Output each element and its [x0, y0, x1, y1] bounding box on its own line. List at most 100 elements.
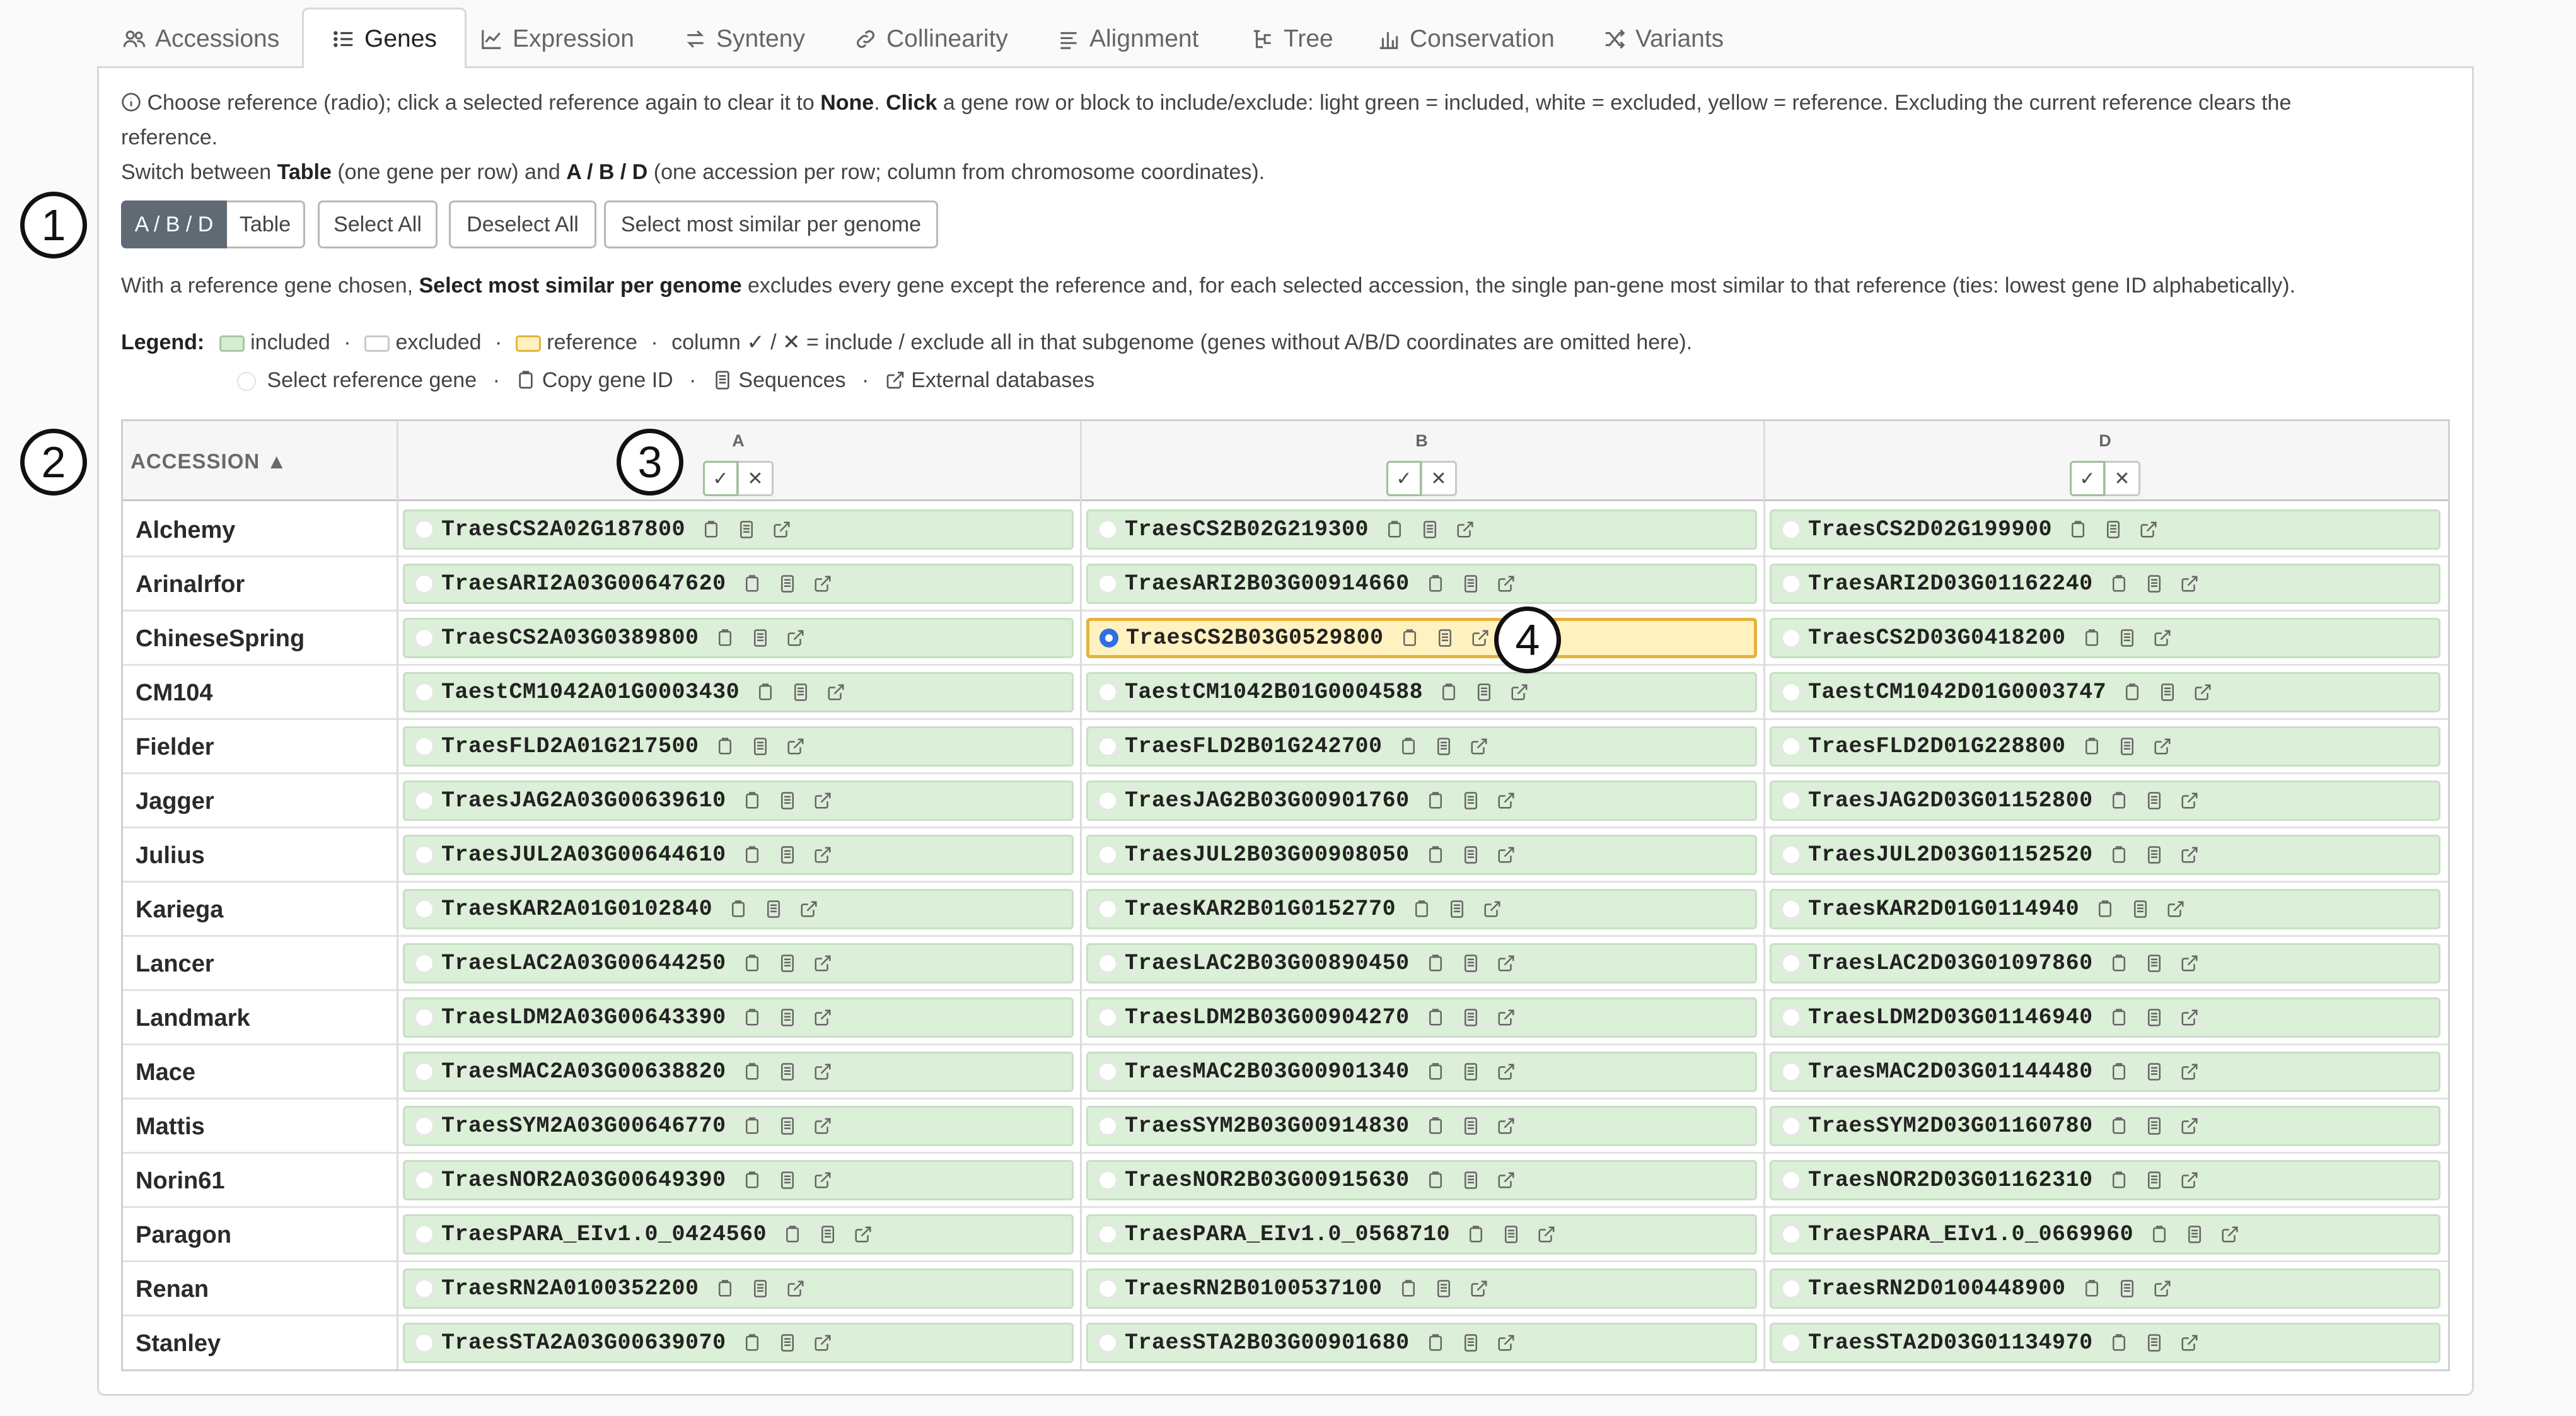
tab-genes[interactable]: Genes — [302, 8, 467, 70]
external-link-icon[interactable] — [2180, 791, 2199, 810]
gene-block[interactable]: TraesCS2A02G187800 — [403, 509, 1074, 550]
external-link-icon[interactable] — [854, 1225, 873, 1244]
external-link-icon[interactable] — [1497, 845, 1516, 864]
external-link-icon[interactable] — [813, 791, 832, 810]
gene-block[interactable]: TraesLAC2A03G00644250 — [403, 943, 1074, 984]
reference-radio[interactable] — [1098, 520, 1117, 539]
file-text-icon[interactable] — [2131, 900, 2150, 919]
file-text-icon[interactable] — [2145, 845, 2164, 864]
include-all-button[interactable]: ✓ — [1386, 461, 1422, 496]
clipboard-icon[interactable] — [1426, 954, 1445, 973]
external-link-icon[interactable] — [2139, 520, 2158, 539]
gene-block[interactable]: TraesKAR2D01G0114940 — [1770, 889, 2440, 929]
external-link-icon[interactable] — [2180, 845, 2199, 864]
file-text-icon[interactable] — [2118, 1279, 2137, 1298]
file-text-icon[interactable] — [1502, 1225, 1521, 1244]
file-text-icon[interactable] — [737, 520, 756, 539]
reference-radio[interactable] — [415, 791, 434, 810]
include-all-button[interactable]: ✓ — [703, 461, 738, 496]
gene-block[interactable]: TraesCS2B02G219300 — [1086, 509, 1757, 550]
clipboard-icon[interactable] — [1399, 737, 1418, 756]
accession-column-header[interactable]: ACCESSION ▲ — [123, 421, 397, 501]
reference-radio[interactable] — [1782, 1225, 1801, 1244]
reference-radio[interactable] — [415, 954, 434, 973]
file-text-icon[interactable] — [778, 574, 797, 593]
reference-radio[interactable] — [1782, 629, 1801, 647]
gene-block[interactable]: TraesCS2B03G0529800 — [1086, 618, 1757, 658]
exclude-all-button[interactable]: ✕ — [2105, 461, 2140, 496]
reference-radio[interactable] — [415, 1008, 434, 1027]
reference-radio[interactable] — [1098, 737, 1117, 756]
gene-block[interactable]: TraesJUL2D03G01152520 — [1770, 835, 2440, 875]
external-link-icon[interactable] — [2180, 1062, 2199, 1081]
clipboard-icon[interactable] — [783, 1225, 802, 1244]
reference-radio[interactable] — [1782, 1008, 1801, 1027]
reference-radio[interactable] — [415, 845, 434, 864]
external-link-icon[interactable] — [1537, 1225, 1556, 1244]
file-text-icon[interactable] — [778, 845, 797, 864]
clipboard-icon[interactable] — [2082, 1279, 2101, 1298]
file-text-icon[interactable] — [1461, 574, 1480, 593]
gene-block[interactable]: TaestCM1042A01G0003430 — [403, 672, 1074, 712]
gene-block[interactable]: TraesRN2A0100352200 — [403, 1268, 1074, 1309]
reference-radio[interactable] — [1098, 791, 1117, 810]
reference-radio[interactable] — [415, 737, 434, 756]
external-link-icon[interactable] — [799, 900, 818, 919]
external-link-icon[interactable] — [2166, 900, 2185, 919]
reference-radio[interactable] — [1782, 845, 1801, 864]
file-text-icon[interactable] — [2145, 574, 2164, 593]
clipboard-icon[interactable] — [2109, 1062, 2128, 1081]
gene-block[interactable]: TraesLDM2A03G00643390 — [403, 997, 1074, 1038]
external-link-icon[interactable] — [2180, 1171, 2199, 1190]
file-text-icon[interactable] — [1420, 520, 1439, 539]
clipboard-icon[interactable] — [1412, 900, 1431, 919]
external-link-icon[interactable] — [1497, 1117, 1516, 1135]
clipboard-icon[interactable] — [1400, 629, 1419, 647]
clipboard-icon[interactable] — [2109, 1333, 2128, 1352]
external-link-icon[interactable] — [2153, 629, 2172, 647]
external-link-icon[interactable] — [827, 683, 845, 702]
reference-radio[interactable] — [1098, 1225, 1117, 1244]
reference-radio[interactable] — [1782, 791, 1801, 810]
reference-radio[interactable] — [1098, 1117, 1117, 1135]
file-text-icon[interactable] — [818, 1225, 837, 1244]
file-text-icon[interactable] — [1434, 737, 1453, 756]
file-text-icon[interactable] — [1461, 1171, 1480, 1190]
reference-radio[interactable] — [1098, 1333, 1117, 1352]
tab-variants[interactable]: Variants — [1603, 8, 1724, 70]
clipboard-icon[interactable] — [1439, 683, 1458, 702]
clipboard-icon[interactable] — [2082, 629, 2101, 647]
external-link-icon[interactable] — [2180, 574, 2199, 593]
gene-block[interactable]: TraesPARA_EIv1.0_0568710 — [1086, 1214, 1757, 1255]
clipboard-icon[interactable] — [2109, 845, 2128, 864]
clipboard-icon[interactable] — [1426, 1008, 1445, 1027]
clipboard-icon[interactable] — [743, 1117, 762, 1135]
external-link-icon[interactable] — [1497, 574, 1516, 593]
exclude-all-button[interactable]: ✕ — [1422, 461, 1457, 496]
select-most-similar-button[interactable]: Select most similar per genome — [604, 200, 938, 248]
file-text-icon[interactable] — [778, 1333, 797, 1352]
select-all-button[interactable]: Select All — [318, 200, 438, 248]
reference-radio[interactable] — [1098, 1279, 1117, 1298]
gene-block[interactable]: TraesMAC2D03G01144480 — [1770, 1052, 2440, 1092]
reference-radio[interactable] — [1782, 683, 1801, 702]
reference-radio[interactable] — [415, 1117, 434, 1135]
tab-synteny[interactable]: Synteny — [683, 8, 805, 70]
clipboard-icon[interactable] — [2109, 791, 2128, 810]
gene-block[interactable]: TraesJAG2D03G01152800 — [1770, 781, 2440, 821]
tab-conservation[interactable]: Conservation — [1377, 8, 1555, 70]
reference-radio[interactable] — [1098, 1171, 1117, 1190]
tab-expression[interactable]: Expression — [480, 8, 634, 70]
file-text-icon[interactable] — [1461, 954, 1480, 973]
reference-radio[interactable] — [415, 574, 434, 593]
gene-block[interactable]: TaestCM1042D01G0003747 — [1770, 672, 2440, 712]
clipboard-icon[interactable] — [2109, 574, 2128, 593]
external-link-icon[interactable] — [2153, 1279, 2172, 1298]
external-link-icon[interactable] — [1470, 1279, 1488, 1298]
external-link-icon[interactable] — [1497, 791, 1516, 810]
reference-radio[interactable] — [1782, 1117, 1801, 1135]
file-text-icon[interactable] — [2145, 1008, 2164, 1027]
clipboard-icon[interactable] — [2096, 900, 2115, 919]
gene-block[interactable]: TraesKAR2A01G0102840 — [403, 889, 1074, 929]
external-link-icon[interactable] — [813, 845, 832, 864]
